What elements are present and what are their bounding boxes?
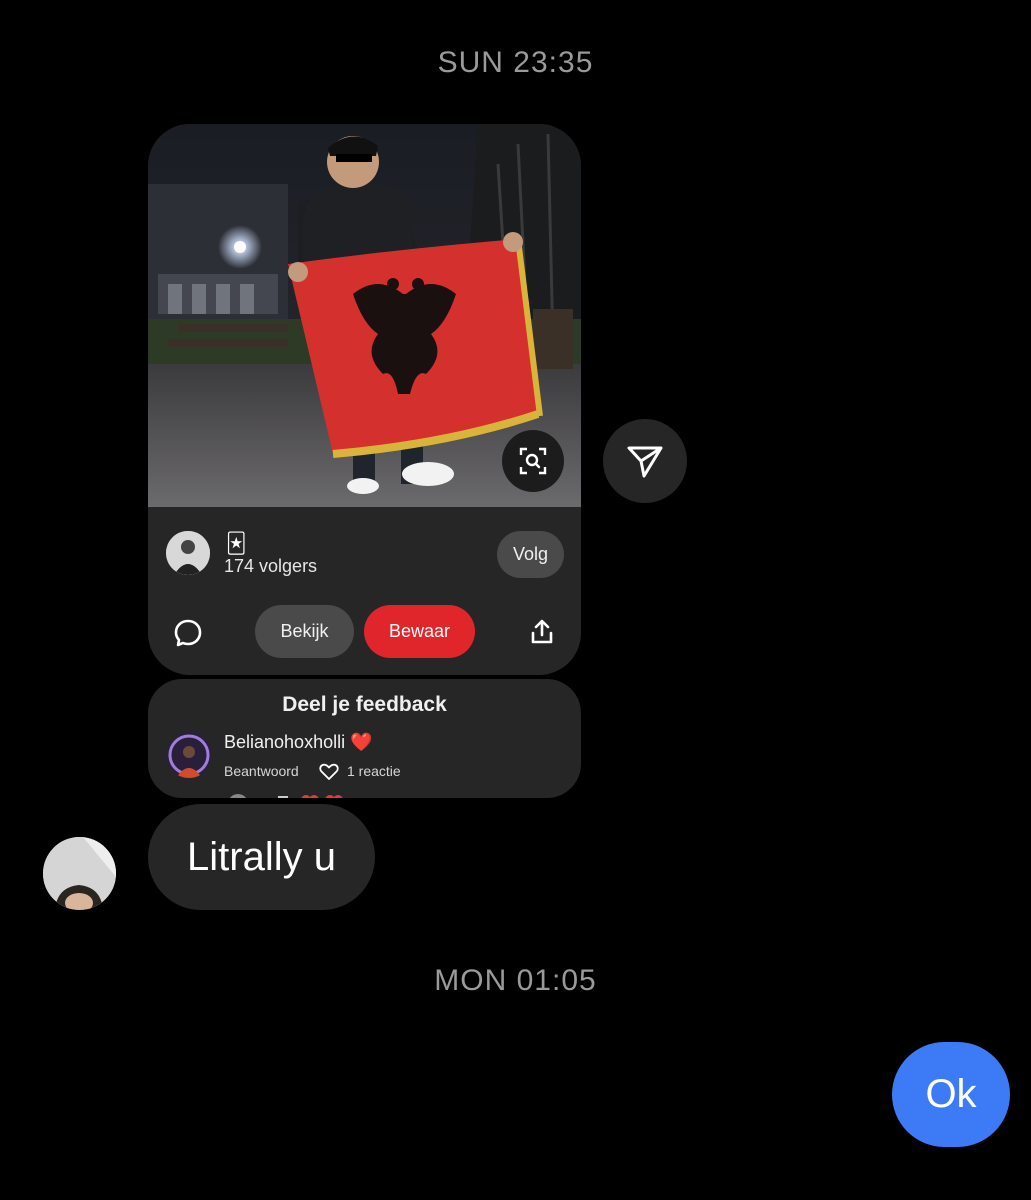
- visual-search-button[interactable]: [502, 430, 564, 492]
- feedback-title: Deel je feedback: [282, 693, 447, 716]
- incoming-message[interactable]: Litrally u: [148, 804, 375, 910]
- reply-link[interactable]: Beantwoord: [224, 763, 299, 779]
- feedback-card[interactable]: Deel je feedback Belianohoxholli ❤️ Bean…: [148, 679, 581, 798]
- comment-icon[interactable]: [172, 617, 204, 649]
- shared-pin-card[interactable]: 🃏 174 volgers Volg Bekijk Bewaar: [148, 124, 581, 675]
- visual-search-icon: [519, 447, 547, 475]
- timestamp-sunday: SUN 23:35: [437, 46, 594, 79]
- reaction-count: 1 reactie: [347, 763, 401, 779]
- creator-name-emoji: 🃏: [226, 533, 247, 555]
- share-icon[interactable]: [528, 618, 556, 646]
- outgoing-message[interactable]: Ok: [892, 1042, 1010, 1147]
- commenter-avatar[interactable]: [166, 732, 212, 778]
- follow-button[interactable]: Volg: [497, 531, 564, 578]
- creator-avatar[interactable]: [166, 531, 210, 575]
- forward-button[interactable]: [603, 419, 687, 503]
- commenter-name[interactable]: Belianohoxholli ❤️: [224, 732, 373, 753]
- chat-thread: SUN 23:35 🃏 174 volgers Volg Bekijk Bewa…: [0, 0, 1031, 1200]
- view-button[interactable]: Bekijk: [255, 605, 354, 658]
- follower-count: 174 volgers: [224, 556, 318, 576]
- next-comment-preview: [226, 791, 366, 798]
- paper-plane-icon: [627, 446, 663, 478]
- heart-icon[interactable]: [319, 763, 339, 781]
- timestamp-monday: MON 01:05: [434, 964, 597, 997]
- sender-avatar[interactable]: [43, 837, 116, 910]
- save-button[interactable]: Bewaar: [364, 605, 475, 658]
